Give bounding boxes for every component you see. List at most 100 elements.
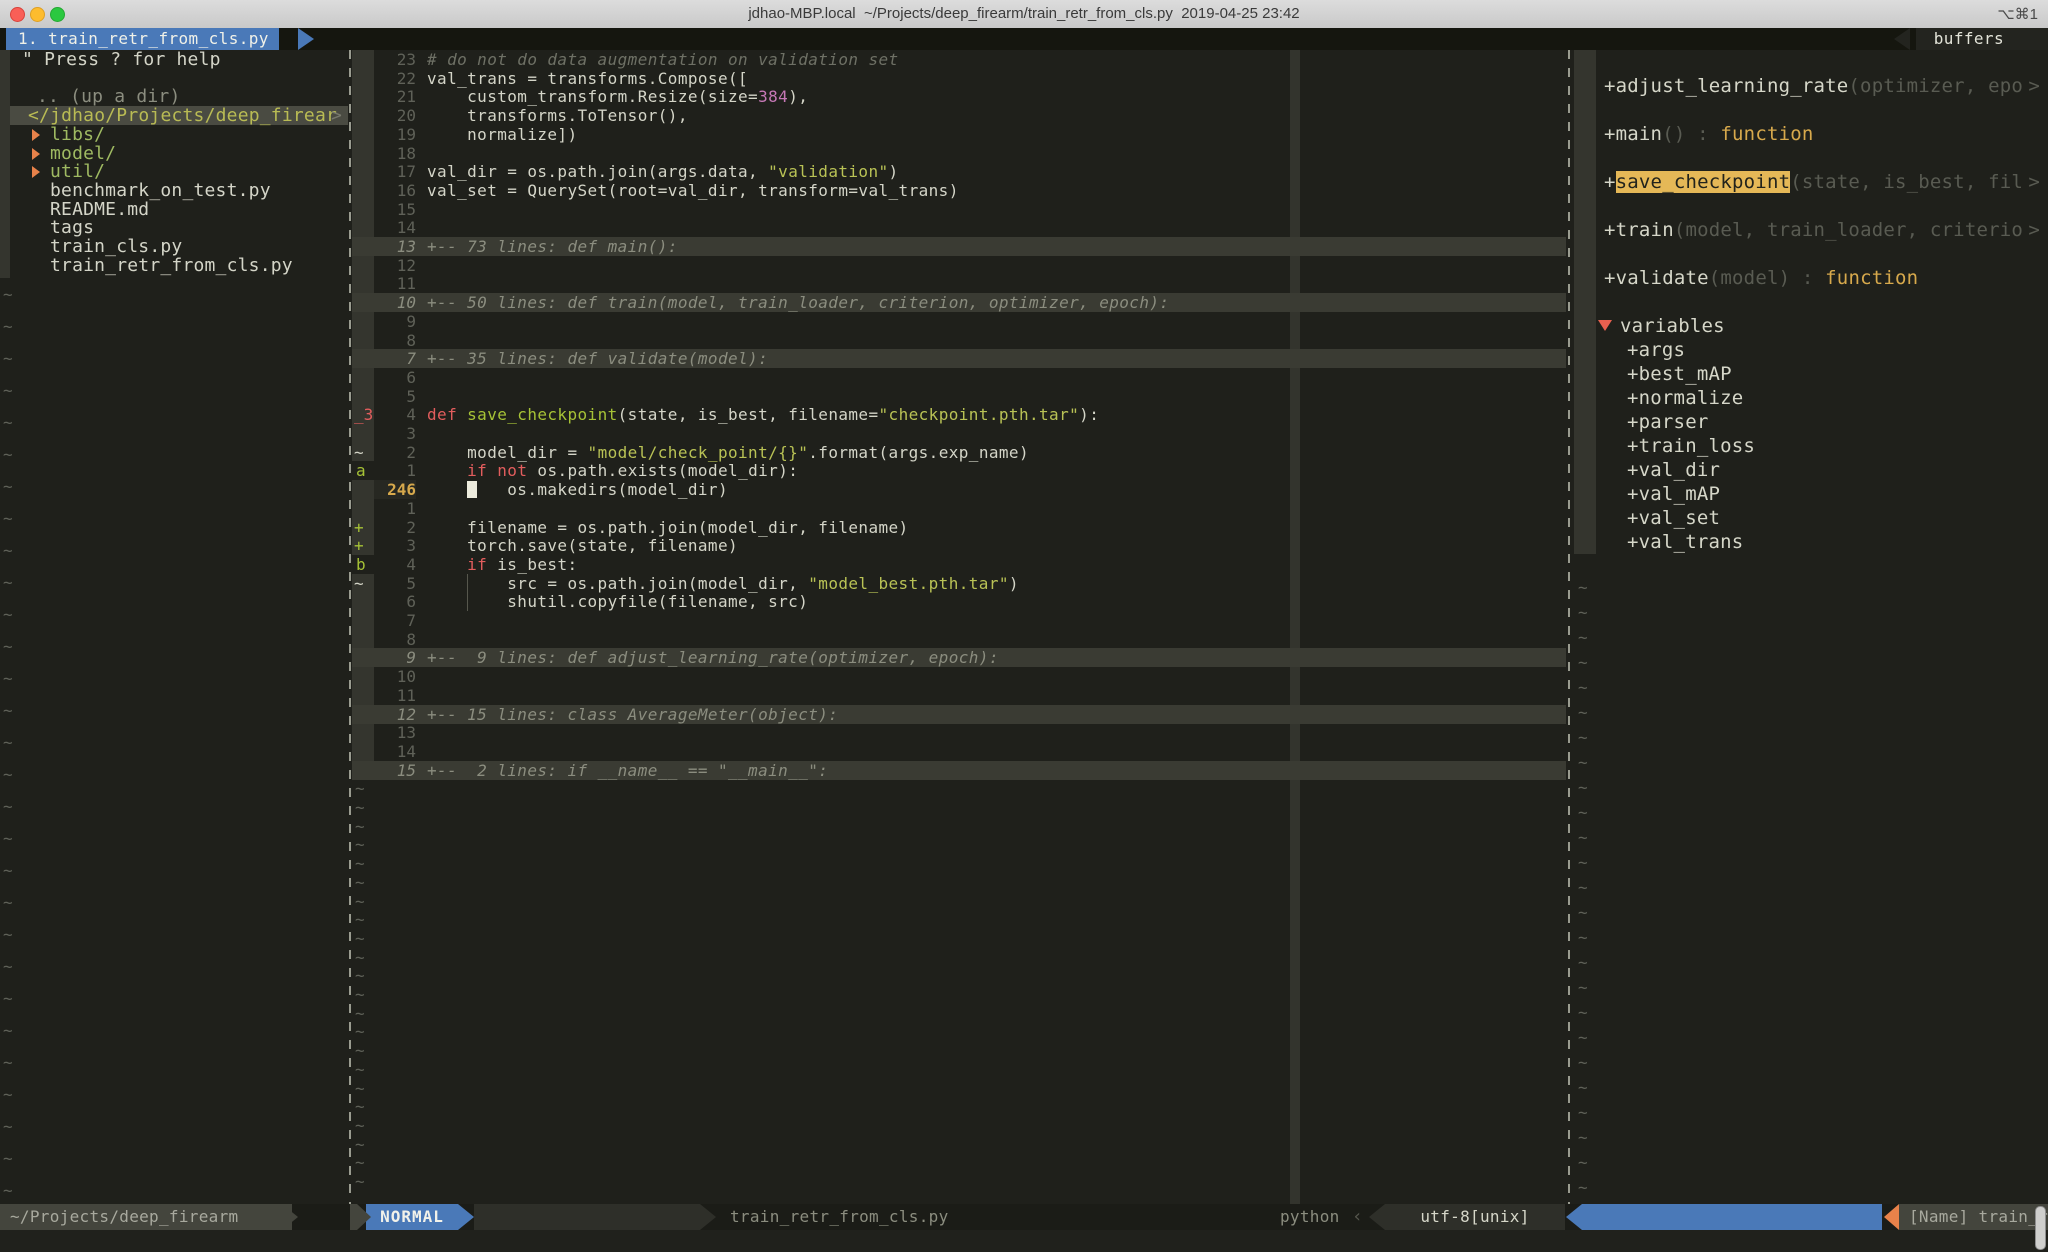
tag-normalize[interactable]: +normalize <box>1574 386 2048 410</box>
tag-val_mAP[interactable]: +val_mAP <box>1574 482 2048 506</box>
code-line[interactable]: 11 <box>352 686 1566 705</box>
code-line[interactable]: 7 <box>352 611 1566 630</box>
code-line[interactable]: a1 if not os.path.exists(model_dir): <box>352 461 1566 480</box>
code-line[interactable]: 11 <box>352 274 1566 293</box>
empty-line-tilde: ~ <box>3 1021 13 1040</box>
tag-best_mAP[interactable]: +best_mAP <box>1574 362 2048 386</box>
folded-code-line[interactable]: 15+-- 2 lines: if __name__ == "__main__"… <box>352 761 1566 780</box>
folded-code-line[interactable]: 9+-- 9 lines: def adjust_learning_rate(o… <box>352 648 1566 667</box>
empty-line-tilde: ~ <box>1578 953 1588 972</box>
code-line[interactable]: ~5 src = os.path.join(model_dir, "model_… <box>352 574 1566 593</box>
code-line[interactable]: +2 filename = os.path.join(model_dir, fi… <box>352 518 1566 537</box>
encoding-segment: utf-8[unix] <box>1385 1204 1565 1230</box>
code-line[interactable]: 12 <box>352 256 1566 275</box>
code-line[interactable]: b4 if is_best: <box>352 555 1566 574</box>
tag-parser[interactable]: +parser <box>1574 410 2048 434</box>
nerdtree-item-model[interactable]: model/ <box>0 144 348 163</box>
empty-line-tilde: ~ <box>1578 853 1588 872</box>
folded-code-line[interactable]: 7+-- 35 lines: def validate(model): <box>352 349 1566 368</box>
code-line[interactable]: 17val_dir = os.path.join(args.data, "val… <box>352 162 1566 181</box>
folder-collapsed-icon[interactable] <box>32 129 40 141</box>
code-line[interactable]: 16val_set = QuerySet(root=val_dir, trans… <box>352 181 1566 200</box>
empty-line-tilde: ~ <box>1578 703 1588 722</box>
nerdtree-up-dir[interactable]: .. (up a dir) <box>0 87 348 106</box>
segment-arrow <box>1566 1204 1582 1230</box>
nerdtree-item-README-md[interactable]: README.md <box>0 200 348 219</box>
tag-validate[interactable]: +validate(model) : function <box>1574 266 2048 290</box>
code-line[interactable]: 9 <box>352 312 1566 331</box>
code-line[interactable]: 13 <box>352 723 1566 742</box>
line-number: 2 <box>374 443 416 462</box>
tag-adjust_learning_rate[interactable]: +adjust_learning_rate(optimizer, epo> <box>1574 74 2048 98</box>
line-number: 12 <box>374 705 416 724</box>
tag-val_dir[interactable]: +val_dir <box>1574 458 2048 482</box>
statusline-filetype: python <box>1280 1204 1340 1230</box>
nerdtree-cwd[interactable]: </jdhao/Projects/deep_firear> <box>10 106 348 125</box>
folded-code-line[interactable]: 13+-- 73 lines: def main(): <box>352 237 1566 256</box>
scrollbar-thumb[interactable] <box>2035 1206 2046 1250</box>
empty-line-tilde: ~ <box>355 1022 365 1041</box>
tag-val_trans[interactable]: +val_trans <box>1574 530 2048 554</box>
nerdtree-item-util[interactable]: util/ <box>0 162 348 181</box>
code-line[interactable]: 20 transforms.ToTensor(), <box>352 106 1566 125</box>
empty-line-tilde: ~ <box>1578 753 1588 772</box>
line-number: 3 <box>374 536 416 555</box>
empty-line-tilde: ~ <box>355 892 365 911</box>
tag-args[interactable]: +args <box>1574 338 2048 362</box>
buffers-label[interactable]: buffers <box>1916 28 2048 50</box>
code-line[interactable]: 19 normalize]) <box>352 125 1566 144</box>
window-separator[interactable] <box>349 50 351 1204</box>
tag-main[interactable]: +main() : function <box>1574 122 2048 146</box>
code-line[interactable]: ~2 model_dir = "model/check_point/{}".fo… <box>352 443 1566 462</box>
code-line[interactable]: 246 os.makedirs(model_dir) <box>352 480 1566 499</box>
code-line[interactable]: 5 <box>352 387 1566 406</box>
code-line[interactable]: 6 <box>352 368 1566 387</box>
code-line[interactable]: 8 <box>352 630 1566 649</box>
tag-train[interactable]: +train(model, train_loader, criterio> <box>1574 218 2048 242</box>
code-line[interactable]: 6 shutil.copyfile(filename, src) <box>352 592 1566 611</box>
empty-line-tilde: ~ <box>1578 1053 1588 1072</box>
nerdtree-item-train-cls-py[interactable]: train_cls.py <box>0 237 348 256</box>
tag-save_checkpoint[interactable]: +save_checkpoint(state, is_best, fil> <box>1574 170 2048 194</box>
line-number: 7 <box>374 611 416 630</box>
tag-train_loss[interactable]: +train_loss <box>1574 434 2048 458</box>
empty-line-tilde: ~ <box>1578 828 1588 847</box>
code-line[interactable]: +3 torch.save(state, filename) <box>352 536 1566 555</box>
empty-line-tilde: ~ <box>3 1117 13 1136</box>
code-line[interactable]: 21 custom_transform.Resize(size=384), <box>352 87 1566 106</box>
position-segment: 86% 246/284ln : 5 <box>1582 1204 1882 1230</box>
nerdtree-item-libs[interactable]: libs/ <box>0 125 348 144</box>
code-line[interactable]: 18 <box>352 144 1566 163</box>
code-line[interactable]: 22val_trans = transforms.Compose([ <box>352 69 1566 88</box>
code-line[interactable]: 10 <box>352 667 1566 686</box>
nerdtree-item-benchmark-on-test-py[interactable]: benchmark_on_test.py <box>0 181 348 200</box>
window-separator[interactable] <box>1568 50 1570 1204</box>
folder-collapsed-icon[interactable] <box>32 148 40 160</box>
empty-line-tilde: ~ <box>1578 1103 1588 1122</box>
tag-variables[interactable]: variables <box>1574 314 2048 338</box>
code-line[interactable]: 15 <box>352 200 1566 219</box>
empty-line-tilde: ~ <box>1578 1078 1588 1097</box>
code-line[interactable]: 1 <box>352 499 1566 518</box>
empty-line-tilde: ~ <box>355 966 365 985</box>
code-line[interactable]: 8 <box>352 331 1566 350</box>
folder-collapsed-icon[interactable] <box>32 166 40 178</box>
code-line[interactable]: 14 <box>352 218 1566 237</box>
tag-val_set[interactable]: +val_set <box>1574 506 2048 530</box>
code-line[interactable]: 23# do not do data augmentation on valid… <box>352 50 1566 69</box>
code-line[interactable]: 14 <box>352 742 1566 761</box>
tab-train-retr-from-cls[interactable]: 1. train_retr_from_cls.py <box>6 28 279 50</box>
empty-line-tilde: ~ <box>3 701 13 720</box>
folded-code-line[interactable]: 12+-- 15 lines: class AverageMeter(objec… <box>352 705 1566 724</box>
code-line[interactable]: _34def save_checkpoint(state, is_best, f… <box>352 405 1566 424</box>
empty-line-tilde: ~ <box>3 733 13 752</box>
fold-open-icon[interactable] <box>1598 320 1612 331</box>
nerdtree-item-tags[interactable]: tags <box>0 218 348 237</box>
line-number: 4 <box>374 555 416 574</box>
empty-line-tilde: ~ <box>3 413 13 432</box>
code-line[interactable]: 3 <box>352 424 1566 443</box>
empty-line-tilde: ~ <box>1578 578 1588 597</box>
nerdtree-item-train-retr-from-cls-py[interactable]: train_retr_from_cls.py <box>0 256 348 275</box>
folded-code-line[interactable]: 10+-- 50 lines: def train(model, train_l… <box>352 293 1566 312</box>
window-title: jdhao-MBP.local ~/Projects/deep_firearm/… <box>0 5 2048 22</box>
